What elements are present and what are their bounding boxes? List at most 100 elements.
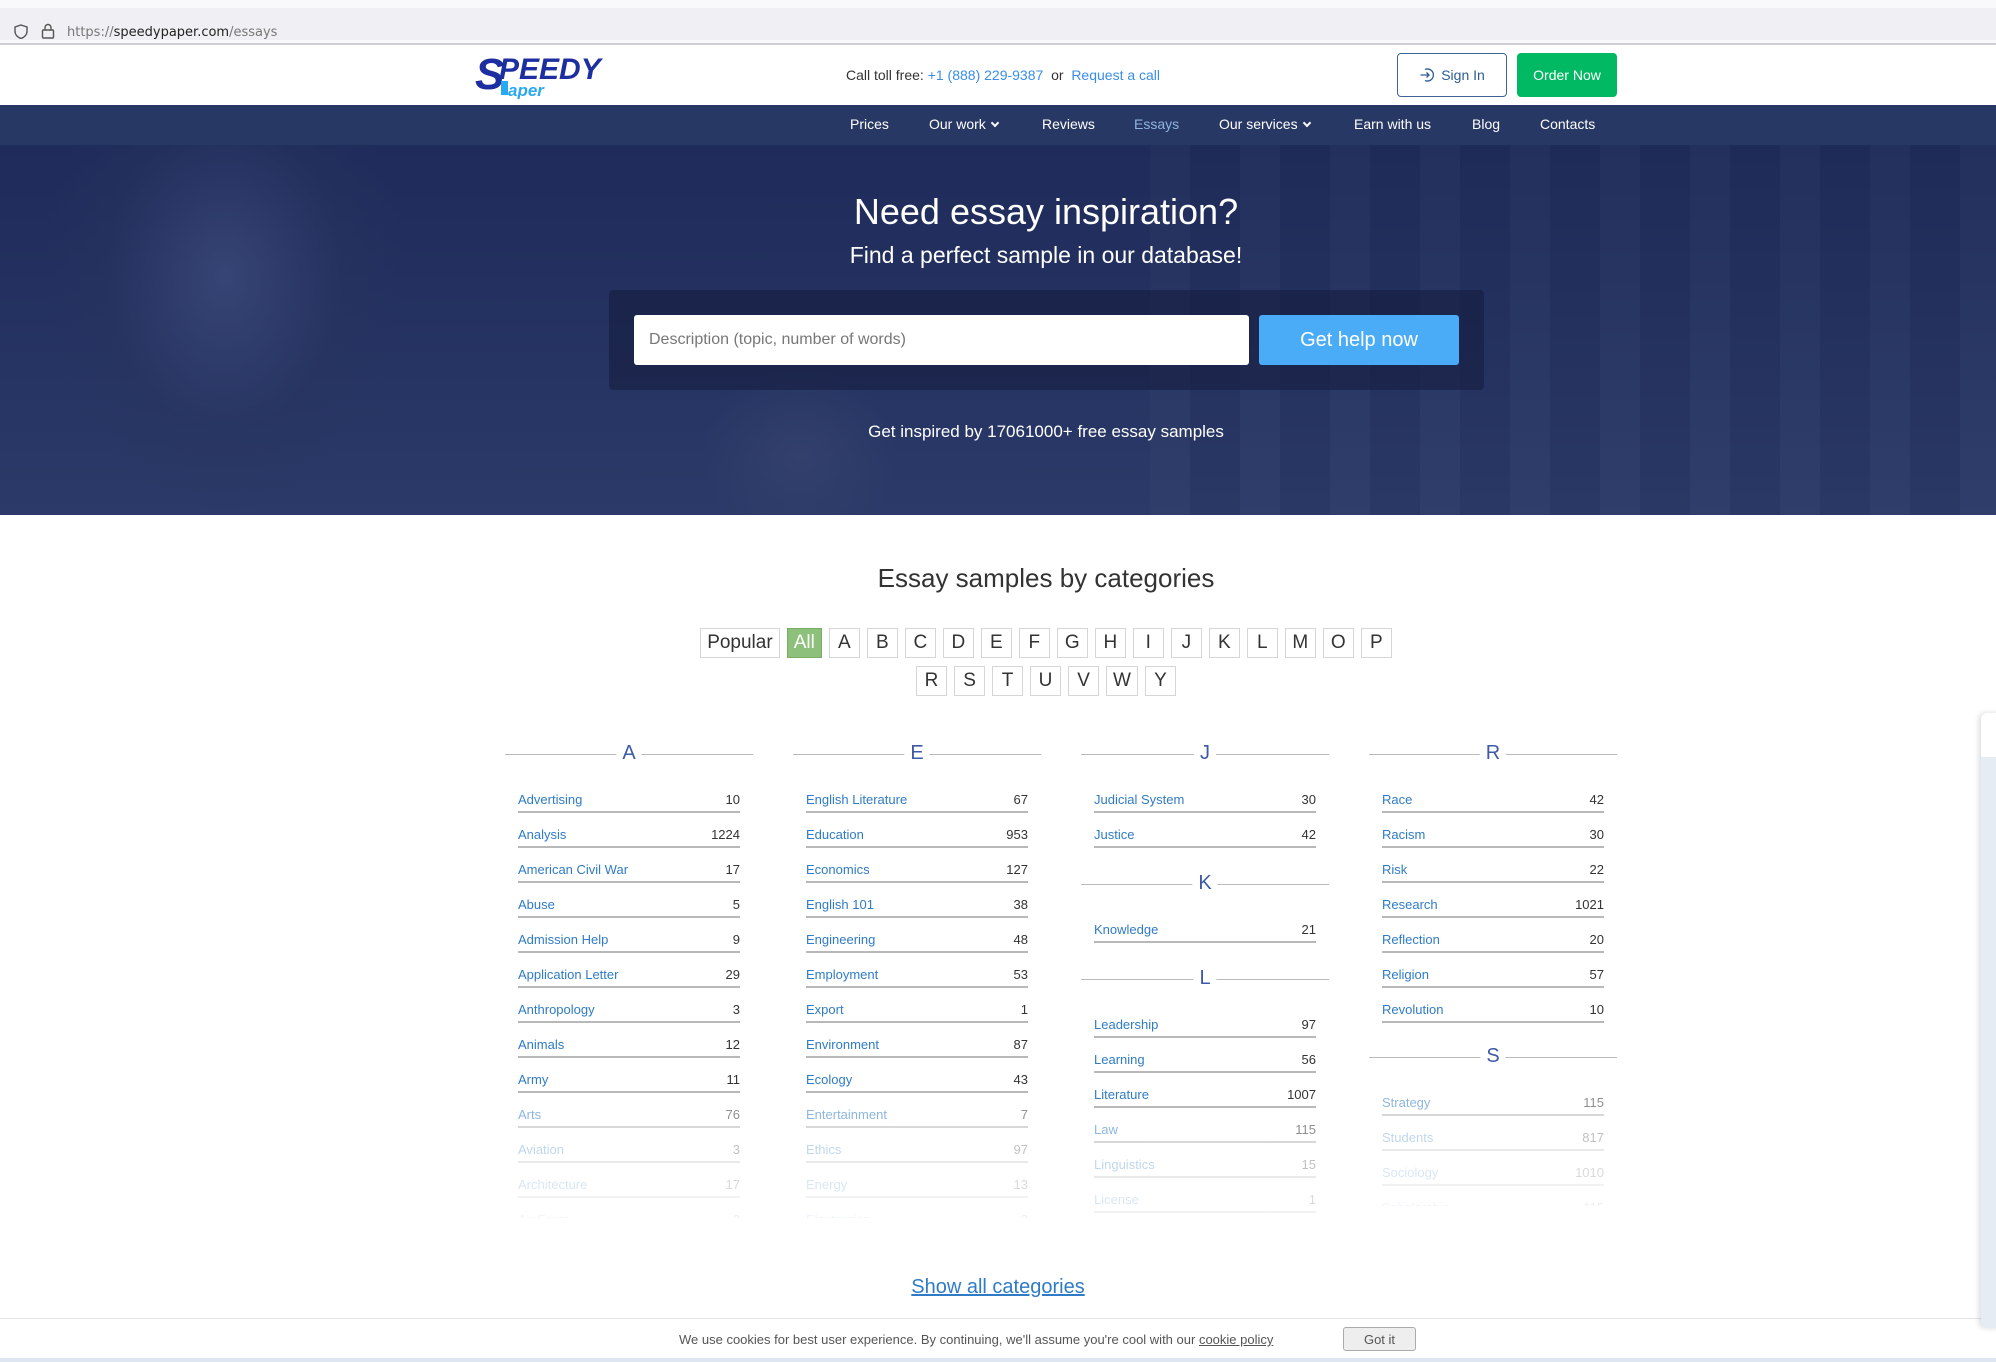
letter-filter-m[interactable]: M [1284, 628, 1316, 658]
letter-filter-j[interactable]: J [1170, 628, 1202, 658]
letter-filter-i[interactable]: I [1132, 628, 1164, 658]
category-row[interactable]: Research 1021 [1382, 883, 1604, 918]
category-row[interactable]: English 101 38 [806, 883, 1028, 918]
category-row[interactable]: American Civil War 17 [518, 848, 740, 883]
category-link[interactable]: Employment [806, 965, 878, 986]
letter-filter-popular[interactable]: Popular [700, 628, 780, 658]
letter-filter-d[interactable]: D [942, 628, 974, 658]
category-link[interactable]: Strategy [1382, 1093, 1430, 1114]
category-link[interactable]: Admission Help [518, 930, 608, 951]
category-link[interactable]: Sociology [1382, 1163, 1438, 1184]
category-link[interactable]: Leadership [1094, 1015, 1158, 1036]
category-link[interactable]: Analysis [518, 825, 566, 846]
nav-earn-with-us[interactable]: Earn with us [1354, 116, 1431, 132]
category-link[interactable]: Animals [518, 1035, 564, 1056]
letter-filter-r[interactable]: R [916, 666, 948, 696]
category-row[interactable]: Religion 57 [1382, 953, 1604, 988]
category-link[interactable]: Scholarship [1382, 1198, 1450, 1206]
letter-filter-all[interactable]: All [786, 628, 822, 658]
category-link[interactable]: Air Force [518, 1210, 571, 1218]
category-link[interactable]: English Literature [806, 790, 907, 811]
chat-widget[interactable] [1981, 713, 1996, 1328]
show-all-categories-link[interactable]: Show all categories [911, 1276, 1084, 1298]
category-row[interactable]: Application Letter 29 [518, 953, 740, 988]
category-link[interactable]: Abuse [518, 895, 555, 916]
category-link[interactable]: Risk [1382, 860, 1407, 881]
category-link[interactable]: License [1094, 1190, 1139, 1211]
category-link[interactable]: Racism [1382, 825, 1425, 846]
category-row[interactable]: Architecture 17 [518, 1163, 740, 1198]
category-row[interactable]: Admission Help 9 [518, 918, 740, 953]
category-link[interactable]: Ethics [806, 1140, 841, 1161]
category-link[interactable]: Ecology [806, 1070, 852, 1091]
phone-link[interactable]: +1 (888) 229-9387 [928, 67, 1044, 83]
shield-icon[interactable] [14, 24, 28, 39]
category-row[interactable]: Racism 30 [1382, 813, 1604, 848]
category-row[interactable]: Scholarship 115 [1382, 1186, 1604, 1206]
category-row[interactable]: Employment 53 [806, 953, 1028, 988]
nav-essays[interactable]: Essays [1134, 116, 1179, 132]
nav-our-services[interactable]: Our services [1219, 116, 1311, 132]
category-row[interactable]: Students 817 [1382, 1116, 1604, 1151]
category-row[interactable]: Revolution 10 [1382, 988, 1604, 1023]
category-row[interactable]: Ethics 97 [806, 1128, 1028, 1163]
category-link[interactable]: Religion [1382, 965, 1429, 986]
category-link[interactable]: Aviation [518, 1140, 564, 1161]
category-row[interactable]: Arts 76 [518, 1093, 740, 1128]
category-row[interactable]: Advertising 10 [518, 778, 740, 813]
category-link[interactable]: Environment [806, 1035, 879, 1056]
category-row[interactable]: Reflection 20 [1382, 918, 1604, 953]
category-row[interactable]: English Literature 67 [806, 778, 1028, 813]
category-row[interactable]: Aviation 3 [518, 1128, 740, 1163]
category-row[interactable]: Sociology 1010 [1382, 1151, 1604, 1186]
category-row[interactable]: Knowledge 21 [1094, 908, 1316, 943]
nav-blog[interactable]: Blog [1472, 116, 1500, 132]
category-row[interactable]: Judicial System 30 [1094, 778, 1316, 813]
request-call-link[interactable]: Request a call [1071, 67, 1160, 83]
letter-filter-b[interactable]: B [866, 628, 898, 658]
category-link[interactable]: Race [1382, 790, 1412, 811]
category-row[interactable]: Strategy 115 [1382, 1081, 1604, 1116]
letter-filter-o[interactable]: O [1322, 628, 1354, 658]
category-row[interactable]: Electronics 3 [806, 1198, 1028, 1218]
category-link[interactable]: Education [806, 825, 864, 846]
letter-filter-h[interactable]: H [1094, 628, 1126, 658]
category-row[interactable]: Risk 22 [1382, 848, 1604, 883]
letter-filter-e[interactable]: E [980, 628, 1012, 658]
letter-filter-l[interactable]: L [1246, 628, 1278, 658]
category-link[interactable]: Engineering [806, 930, 875, 951]
category-row[interactable]: License 1 [1094, 1178, 1316, 1213]
category-link[interactable]: Arts [518, 1105, 541, 1126]
category-link[interactable]: Revolution [1382, 1000, 1443, 1021]
category-link[interactable]: American Civil War [518, 860, 628, 881]
category-row[interactable]: Race 42 [1382, 778, 1604, 813]
get-help-now-button[interactable]: Get help now [1259, 315, 1459, 365]
letter-filter-w[interactable]: W [1106, 666, 1138, 696]
category-row[interactable]: Analysis 1224 [518, 813, 740, 848]
category-link[interactable]: Economics [806, 860, 870, 881]
category-link[interactable]: Export [806, 1000, 844, 1021]
category-row[interactable]: Learning 56 [1094, 1038, 1316, 1073]
category-row[interactable]: Energy 13 [806, 1163, 1028, 1198]
category-link[interactable]: Application Letter [518, 965, 618, 986]
letter-filter-p[interactable]: P [1360, 628, 1392, 658]
speedypaper-logo[interactable]: S PEEDY aper [475, 50, 620, 100]
url-field-container[interactable]: https://speedypaper.com/essays [0, 8, 1996, 40]
cookie-policy-link[interactable]: cookie policy [1199, 1332, 1273, 1347]
category-row[interactable]: Law 115 [1094, 1108, 1316, 1143]
description-input[interactable] [634, 315, 1249, 365]
category-row[interactable]: Entertainment 7 [806, 1093, 1028, 1128]
letter-filter-a[interactable]: A [828, 628, 860, 658]
category-link[interactable]: Architecture [518, 1175, 587, 1196]
category-row[interactable]: Anthropology 3 [518, 988, 740, 1023]
category-row[interactable]: Literature 1007 [1094, 1073, 1316, 1108]
letter-filter-u[interactable]: U [1030, 666, 1062, 696]
category-row[interactable]: Linguistics 15 [1094, 1143, 1316, 1178]
nav-our-work[interactable]: Our work [929, 116, 1000, 132]
got-it-button[interactable]: Got it [1343, 1327, 1416, 1351]
nav-reviews[interactable]: Reviews [1042, 116, 1095, 132]
category-link[interactable]: Law [1094, 1120, 1118, 1141]
order-now-button[interactable]: Order Now [1517, 53, 1617, 97]
category-link[interactable]: English 101 [806, 895, 874, 916]
category-link[interactable]: Linguistics [1094, 1155, 1155, 1176]
